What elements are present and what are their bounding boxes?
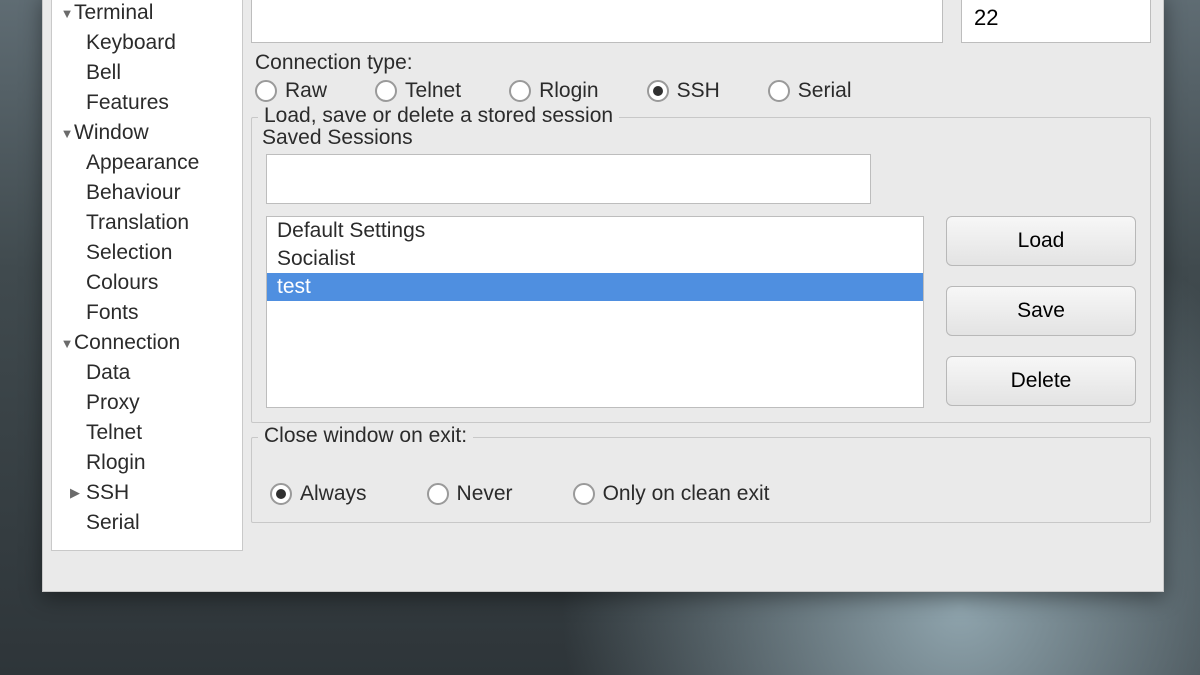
- tree-item-selection[interactable]: Selection: [52, 238, 242, 268]
- session-name-input[interactable]: [266, 154, 871, 204]
- radio-icon: [255, 80, 277, 102]
- saved-sessions-list[interactable]: Default Settings Socialist test: [266, 216, 924, 408]
- tree-item-colours[interactable]: Colours: [52, 268, 242, 298]
- stored-session-legend: Load, save or delete a stored session: [258, 104, 619, 128]
- tree-item-appearance[interactable]: Appearance: [52, 148, 242, 178]
- radio-never[interactable]: Never: [427, 482, 513, 506]
- tree-item-window[interactable]: ▼ Window: [52, 118, 242, 148]
- delete-button[interactable]: Delete: [946, 356, 1136, 406]
- radio-icon: [270, 483, 292, 505]
- radio-always[interactable]: Always: [270, 482, 367, 506]
- tree-item-data[interactable]: Data: [52, 358, 242, 388]
- stored-session-group: Load, save or delete a stored session Sa…: [251, 117, 1151, 423]
- tree-item-telnet[interactable]: Telnet: [52, 418, 242, 448]
- tree-item-terminal[interactable]: ▼ Terminal: [52, 0, 242, 28]
- connection-type-group: Raw Telnet Rlogin SSH Serial: [255, 79, 1151, 103]
- chevron-down-icon: ▼: [60, 336, 74, 351]
- radio-icon: [375, 80, 397, 102]
- tree-item-proxy[interactable]: Proxy: [52, 388, 242, 418]
- tree-item-fonts[interactable]: Fonts: [52, 298, 242, 328]
- chevron-right-icon: ▶: [68, 485, 82, 501]
- tree-item-serial[interactable]: Serial: [52, 508, 242, 538]
- chevron-down-icon: ▼: [60, 6, 74, 21]
- radio-icon: [647, 80, 669, 102]
- port-input[interactable]: [961, 0, 1151, 43]
- tree-item-behaviour[interactable]: Behaviour: [52, 178, 242, 208]
- close-on-exit-group: Close window on exit: Always Never Only …: [251, 437, 1151, 523]
- tree-item-rlogin[interactable]: Rlogin: [52, 448, 242, 478]
- category-tree[interactable]: ▼ Terminal Keyboard Bell Features ▼ Wind…: [51, 0, 243, 551]
- list-item[interactable]: Default Settings: [267, 217, 923, 245]
- save-button[interactable]: Save: [946, 286, 1136, 336]
- radio-icon: [573, 483, 595, 505]
- close-on-exit-legend: Close window on exit:: [258, 424, 473, 448]
- tree-item-features[interactable]: Features: [52, 88, 242, 118]
- config-window: ▼ Terminal Keyboard Bell Features ▼ Wind…: [42, 0, 1164, 592]
- list-item[interactable]: test: [267, 273, 923, 301]
- tree-item-keyboard[interactable]: Keyboard: [52, 28, 242, 58]
- radio-serial[interactable]: Serial: [768, 79, 852, 103]
- tree-item-translation[interactable]: Translation: [52, 208, 242, 238]
- saved-sessions-label: Saved Sessions: [262, 126, 1136, 150]
- tree-label: Terminal: [74, 1, 153, 25]
- tree-item-ssh[interactable]: ▶ SSH: [52, 478, 242, 508]
- radio-icon: [427, 483, 449, 505]
- tree-item-bell[interactable]: Bell: [52, 58, 242, 88]
- list-item[interactable]: Socialist: [267, 245, 923, 273]
- tree-item-connection[interactable]: ▼ Connection: [52, 328, 242, 358]
- radio-icon: [509, 80, 531, 102]
- radio-clean-exit[interactable]: Only on clean exit: [573, 482, 770, 506]
- chevron-down-icon: ▼: [60, 126, 74, 141]
- hostname-input[interactable]: [251, 0, 943, 43]
- radio-telnet[interactable]: Telnet: [375, 79, 461, 103]
- radio-raw[interactable]: Raw: [255, 79, 327, 103]
- radio-ssh[interactable]: SSH: [647, 79, 720, 103]
- connection-type-label: Connection type:: [255, 51, 1151, 75]
- radio-icon: [768, 80, 790, 102]
- session-panel: Connection type: Raw Telnet Rlogin SSH S…: [251, 0, 1163, 551]
- radio-rlogin[interactable]: Rlogin: [509, 79, 599, 103]
- load-button[interactable]: Load: [946, 216, 1136, 266]
